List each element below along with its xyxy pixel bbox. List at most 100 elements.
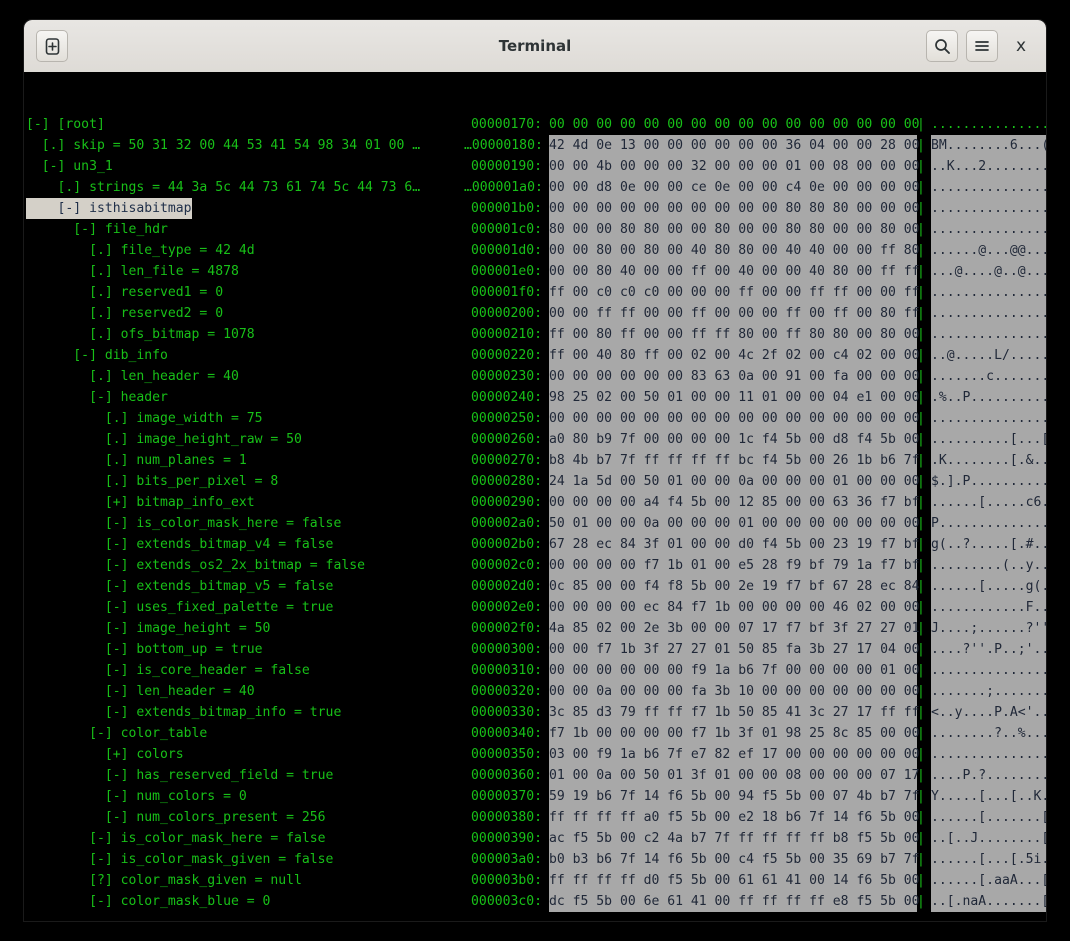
tree-node[interactable]: [-] is_color_mask_given = false	[26, 849, 333, 870]
tree-row[interactable]: [-] bottom_up = true	[26, 639, 466, 660]
hex-ascii[interactable]: ......[.....c6..	[931, 492, 1046, 513]
tree-node[interactable]: [.] num_planes = 1	[26, 450, 247, 471]
close-button[interactable]: x	[1006, 31, 1036, 61]
hex-ascii[interactable]: ................	[931, 114, 1046, 135]
hex-bytes[interactable]: ff ff ff ff d0 f5 5b 00 61 61 41 00 14 f…	[549, 870, 920, 891]
hex-bytes[interactable]: b8 4b b7 7f ff ff ff ff bc f4 5b 00 26 1…	[549, 450, 920, 471]
tree-node[interactable]: [-] un3_1	[26, 156, 113, 177]
hex-ascii[interactable]: ................	[931, 219, 1046, 240]
hex-ascii[interactable]: .......;........	[931, 681, 1046, 702]
hex-ascii[interactable]: ......[.......[.	[931, 807, 1046, 828]
tree-row[interactable]: [-] len_header = 40	[26, 681, 466, 702]
tree-row[interactable]: [.] image_height_raw = 50	[26, 429, 466, 450]
tree-row[interactable]: [+] bitmap_info_ext	[26, 492, 466, 513]
hex-bytes[interactable]: 00 00 0a 00 00 00 fa 3b 10 00 00 00 00 0…	[549, 681, 920, 702]
tree-node[interactable]: [-] is_core_header = false	[26, 660, 310, 681]
tree-row[interactable]: [-] is_core_header = false	[26, 660, 466, 681]
hex-ascii[interactable]: ..[..J........[.	[931, 828, 1046, 849]
hex-ascii[interactable]: <..y....P.A<'...	[931, 702, 1046, 723]
tree-row[interactable]: [-] isthisabitmap	[26, 198, 466, 219]
hex-bytes[interactable]: 42 4d 0e 13 00 00 00 00 00 00 36 04 00 0…	[549, 135, 920, 156]
hex-ascii[interactable]: ................	[931, 303, 1046, 324]
hex-bytes[interactable]: 00 00 00 00 ec 84 f7 1b 00 00 00 00 46 0…	[549, 597, 920, 618]
hex-ascii[interactable]: .K........[.&...	[931, 450, 1046, 471]
hex-bytes[interactable]: dc f5 5b 00 6e 61 41 00 ff ff ff ff e8 f…	[549, 891, 920, 912]
hex-bytes[interactable]: 03 00 f9 1a b6 7f e7 82 ef 17 00 00 00 0…	[549, 744, 920, 765]
new-tab-button[interactable]	[36, 30, 68, 62]
tree-node[interactable]: [-] num_colors = 0	[26, 786, 247, 807]
hex-ascii[interactable]: ........?..%....	[931, 723, 1046, 744]
hex-ascii[interactable]: ................	[931, 744, 1046, 765]
tree-row[interactable]: [-] num_colors = 0	[26, 786, 466, 807]
hex-bytes[interactable]: 00 00 00 00 f7 1b 01 00 e5 28 f9 bf 79 1…	[549, 555, 920, 576]
hex-bytes[interactable]: f7 1b 00 00 00 00 f7 1b 3f 01 98 25 8c 8…	[549, 723, 920, 744]
tree-row[interactable]: [.] len_header = 40	[26, 366, 466, 387]
hex-ascii[interactable]: $.].P...........	[931, 471, 1046, 492]
hex-ascii[interactable]: Y.....[...[..K..	[931, 786, 1046, 807]
hex-bytes[interactable]: 00 00 80 00 80 00 40 80 80 00 40 40 00 0…	[549, 240, 920, 261]
hex-bytes[interactable]: 3c 85 d3 79 ff ff f7 1b 50 85 41 3c 27 1…	[549, 702, 920, 723]
tree-node[interactable]: [.] ofs_bitmap = 1078	[26, 324, 255, 345]
tree-node[interactable]: [.] len_header = 40	[26, 366, 239, 387]
tree-node-selected[interactable]: [-] isthisabitmap	[26, 198, 192, 219]
hex-bytes[interactable]: 00 00 ff ff 00 00 ff 00 00 00 ff 00 ff 0…	[549, 303, 920, 324]
tree-row[interactable]: [-] is_color_mask_here = false	[26, 828, 466, 849]
hex-bytes[interactable]: 00 00 d8 0e 00 00 ce 0e 00 00 c4 0e 00 0…	[549, 177, 920, 198]
tree-node[interactable]: [.] image_height_raw = 50	[26, 429, 302, 450]
hex-bytes[interactable]: ff 00 80 ff 00 00 ff ff 80 00 ff 80 80 0…	[549, 324, 920, 345]
tree-node[interactable]: [.] reserved1 = 0	[26, 282, 223, 303]
tree-row[interactable]: [-] uses_fixed_palette = true	[26, 597, 466, 618]
hex-bytes[interactable]: ff ff ff ff a0 f5 5b 00 e2 18 b6 7f 14 f…	[549, 807, 920, 828]
tree-row[interactable]: [-] num_colors_present = 256	[26, 807, 466, 828]
tree-row[interactable]: [-] extends_bitmap_v5 = false	[26, 576, 466, 597]
hex-ascii[interactable]: ......[.aaA...[.	[931, 870, 1046, 891]
tree-node[interactable]: [+] colors	[26, 744, 184, 765]
tree-row[interactable]: [.] image_width = 75	[26, 408, 466, 429]
tree-row[interactable]: [-] extends_bitmap_info = true	[26, 702, 466, 723]
tree-row[interactable]: [?] color_mask_given = null	[26, 870, 466, 891]
hex-bytes[interactable]: 4a 85 02 00 2e 3b 00 00 07 17 f7 bf 3f 2…	[549, 618, 920, 639]
tree-row[interactable]: [-] [root]	[26, 114, 466, 135]
tree-row[interactable]: [-] is_color_mask_given = false	[26, 849, 466, 870]
tree-row[interactable]: [.] reserved2 = 0	[26, 303, 466, 324]
hex-ascii[interactable]: P...............	[931, 513, 1046, 534]
hex-bytes[interactable]: 00 00 00 00 00 00 f9 1a b6 7f 00 00 00 0…	[549, 660, 920, 681]
hex-bytes[interactable]: 80 00 00 80 80 00 00 80 00 00 80 80 00 0…	[549, 219, 920, 240]
tree-node[interactable]: [-] num_colors_present = 256	[26, 807, 326, 828]
tree-node[interactable]: [-] bottom_up = true	[26, 639, 263, 660]
hex-bytes[interactable]: 98 25 02 00 50 01 00 00 11 01 00 00 04 e…	[549, 387, 920, 408]
tree-row[interactable]: [-] file_hdr	[26, 219, 466, 240]
hex-ascii[interactable]: g(..?.....[.#...	[931, 534, 1046, 555]
hex-ascii[interactable]: ......[.....g(..	[931, 576, 1046, 597]
tree-row[interactable]: [.] len_file = 4878	[26, 261, 466, 282]
hex-ascii[interactable]: ..K...2.........	[931, 156, 1046, 177]
hex-bytes[interactable]: 00 00 00 00 a4 f4 5b 00 12 85 00 00 63 3…	[549, 492, 920, 513]
tree-node[interactable]: [.] len_file = 4878	[26, 261, 239, 282]
hex-ascii[interactable]: ..........[...[.	[931, 429, 1046, 450]
tree-row[interactable]: [.] bits_per_pixel = 8	[26, 471, 466, 492]
tree-node[interactable]: [-] len_header = 40	[26, 681, 255, 702]
hex-bytes[interactable]: 0c 85 00 00 f4 f8 5b 00 2e 19 f7 bf 67 2…	[549, 576, 920, 597]
hex-bytes[interactable]: b0 b3 b6 7f 14 f6 5b 00 c4 f5 5b 00 35 6…	[549, 849, 920, 870]
tree-row[interactable]: [-] dib_info	[26, 345, 466, 366]
tree-node[interactable]: [-] color_table	[26, 723, 207, 744]
tree-node[interactable]: [-] extends_bitmap_info = true	[26, 702, 342, 723]
tree-row[interactable]: [.] skip = 50 31 32 00 44 53 41 54 98 34…	[26, 135, 466, 156]
tree-node[interactable]: [.] image_width = 75	[26, 408, 263, 429]
hex-bytes[interactable]: 00 00 80 40 00 00 ff 00 40 00 00 40 80 0…	[549, 261, 920, 282]
hex-ascii[interactable]: ......[...[.5i..	[931, 849, 1046, 870]
hex-bytes[interactable]: ff 00 40 80 ff 00 02 00 4c 2f 02 00 c4 0…	[549, 345, 920, 366]
tree-node[interactable]: [-] image_height = 50	[26, 618, 271, 639]
tree-row[interactable]: [.] ofs_bitmap = 1078	[26, 324, 466, 345]
tree-row[interactable]: [-] extends_os2_2x_bitmap = false	[26, 555, 466, 576]
hex-bytes[interactable]: 00 00 f7 1b 3f 27 27 01 50 85 fa 3b 27 1…	[549, 639, 920, 660]
hex-bytes[interactable]: 50 01 00 00 0a 00 00 00 01 00 00 00 00 0…	[549, 513, 920, 534]
hex-ascii[interactable]: BM........6...(.	[931, 135, 1046, 156]
tree-node[interactable]: [.] strings = 44 3a 5c 44 73 61 74 5c 44…	[26, 177, 421, 198]
terminal-content[interactable]: [-] [root] 00000170: 00 00 00 00 00 00 00 …	[24, 72, 1046, 921]
hex-bytes[interactable]: 67 28 ec 84 3f 01 00 00 d0 f4 5b 00 23 1…	[549, 534, 920, 555]
tree-node[interactable]: [-] has_reserved_field = true	[26, 765, 334, 786]
hex-bytes[interactable]: 00 00 00 00 00 00 00 00 00 00 00 00 00 0…	[549, 114, 920, 135]
tree-row[interactable]: [.] file_type = 42 4d	[26, 240, 466, 261]
hex-bytes[interactable]: 00 00 00 00 00 00 00 00 00 00 80 80 80 0…	[549, 198, 920, 219]
